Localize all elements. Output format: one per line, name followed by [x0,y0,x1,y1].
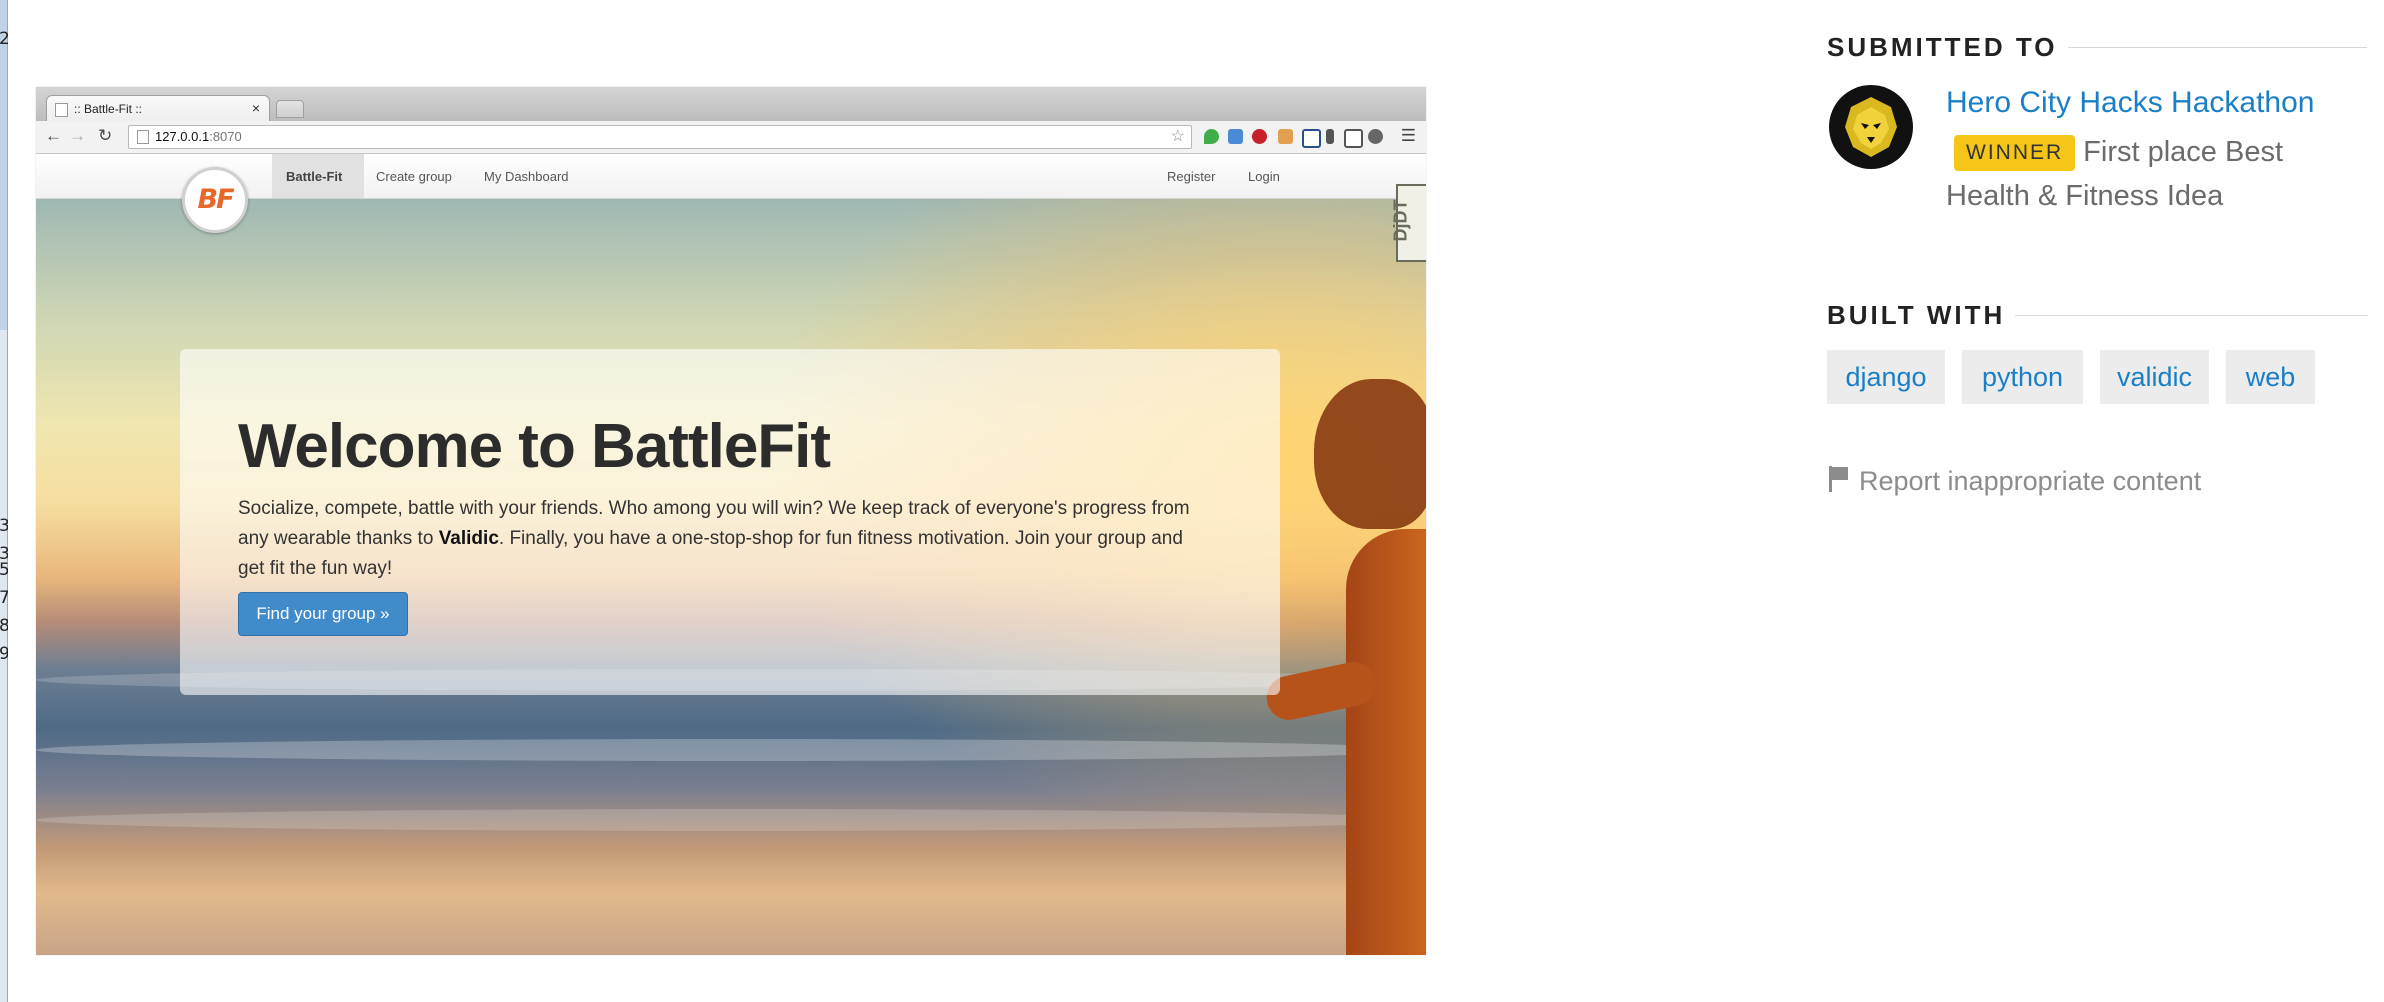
browser-toolbar: ← → ↻ 127.0.0.1:8070 ☆ ☰ [36,121,1426,154]
project-screenshot: :: Battle-Fit :: × ← → ↻ 127.0.0.1:8070 … [36,87,1426,955]
report-content-link[interactable]: Report inappropriate content [1827,466,2201,497]
tab-title: :: Battle-Fit :: [74,102,143,116]
browser-tab[interactable]: :: Battle-Fit :: × [46,95,270,122]
debug-toolbar-handle[interactable]: DjDT [1391,184,1426,262]
background-window-edge: 2 3 3 5 7 8 9 [0,0,8,1002]
edge-glyph: 7 [0,588,8,608]
nav-register[interactable]: Register [1167,169,1215,184]
built-with-heading: BUILT WITH [1827,300,2367,331]
hero-jumbotron: Welcome to BattleFit Socialize, compete,… [180,349,1280,695]
wave [36,739,1426,761]
tag-django[interactable]: django [1827,350,1945,404]
battlefit-logo[interactable]: BF [182,167,248,233]
edge-glyph: 5 [0,560,8,580]
reload-icon[interactable]: ↻ [98,126,112,146]
edge-glyph: 9 [0,644,8,664]
hero-title: Welcome to BattleFit [238,412,831,481]
edge-glyph: 8 [0,616,8,636]
runner-head [1314,379,1426,529]
tag-validic[interactable]: validic [2100,350,2209,404]
nav-login[interactable]: Login [1248,169,1280,184]
translate-extension-icon[interactable] [1228,129,1243,144]
winner-badge: WINNER [1954,135,2076,171]
edge-glyph: 3 [0,516,8,536]
page-icon [137,130,149,144]
hero-description: Socialize, compete, battle with your fri… [238,498,1190,579]
runner-figure [1346,529,1426,955]
report-label: Report inappropriate content [1859,466,2202,496]
prize-line: WINNER First place Best Health & Fitness … [1946,130,2366,218]
location-extension-icon[interactable] [1204,129,1219,144]
address-bar[interactable]: 127.0.0.1:8070 ☆ [128,125,1192,149]
nav-my-dashboard[interactable]: My Dashboard [484,169,569,184]
pen-extension-icon[interactable] [1278,129,1293,144]
n-extension-icon[interactable] [1302,129,1321,148]
find-your-group-button[interactable]: Find your group » [238,592,408,636]
lion-icon[interactable] [1829,85,1913,169]
hackathon-link[interactable]: Hero City Hacks Hackathon [1946,86,2314,120]
recorder-extension-icon[interactable] [1252,129,1267,144]
hero-background: Welcome to BattleFit Socialize, compete,… [36,199,1426,955]
tag-web[interactable]: web [2226,350,2315,404]
submitted-to-heading: SUBMITTED TO [1827,32,2367,63]
bookmark-star-icon[interactable]: ☆ [1171,126,1185,146]
nav-create-group[interactable]: Create group [376,169,452,184]
flag-icon [1827,466,1849,492]
tag-python[interactable]: python [1962,350,2083,404]
chrome-menu-icon[interactable]: ☰ [1401,126,1416,146]
close-icon[interactable]: × [252,100,260,116]
forward-icon[interactable]: → [69,126,86,146]
cast-extension-icon[interactable] [1344,129,1363,148]
page-icon [55,103,68,117]
new-tab-button[interactable] [276,100,304,118]
url-text: 127.0.0.1:8070 [155,129,242,144]
nav-brand[interactable]: Battle-Fit [272,154,364,198]
back-icon[interactable]: ← [45,126,62,146]
edge-glyph: 2 [0,29,8,49]
wave [36,809,1426,831]
bolt-extension-icon[interactable] [1326,129,1334,144]
browser-tab-strip: :: Battle-Fit :: × [36,87,1426,122]
shield-extension-icon[interactable] [1368,129,1383,144]
